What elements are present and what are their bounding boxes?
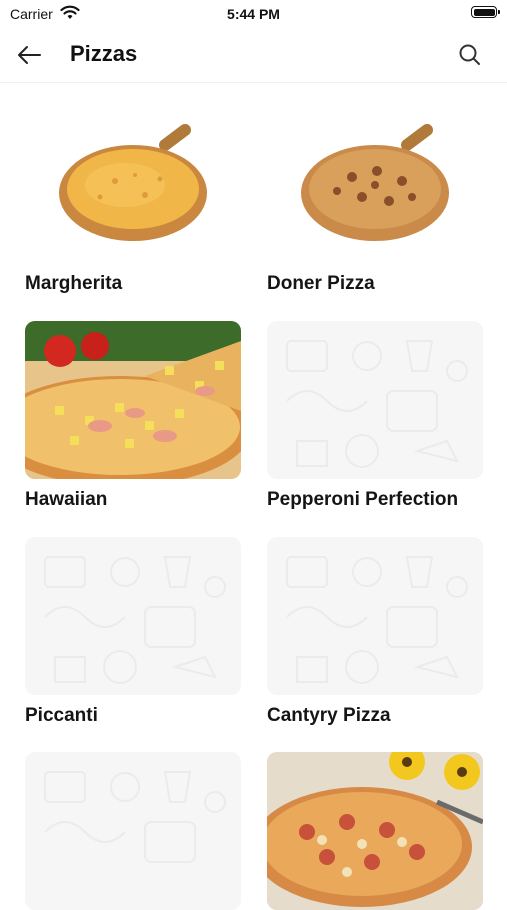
product-image-placeholder	[25, 537, 241, 695]
product-name: Margherita	[25, 273, 123, 294]
product-name: Cantyry Pizza	[267, 705, 391, 726]
product-card[interactable]: Piccanti	[25, 537, 241, 727]
product-name: Hawaiian	[25, 489, 108, 510]
arrow-left-icon	[18, 46, 41, 64]
status-bar: Carrier 5:44 PM	[0, 0, 507, 30]
product-image-placeholder	[267, 537, 483, 695]
back-button[interactable]	[14, 40, 50, 70]
product-name: Piccanti	[25, 705, 98, 726]
product-image-doner-pizza	[267, 105, 483, 263]
product-name: Pepperoni Perfection	[267, 489, 459, 510]
product-card[interactable]	[267, 752, 483, 910]
product-card[interactable]: Doner Pizza	[267, 105, 483, 295]
product-image-margherita	[25, 105, 241, 263]
product-image-chicken-pizza	[267, 752, 483, 910]
status-time: 5:44 PM	[227, 6, 280, 22]
product-image-hawaiian	[25, 321, 241, 479]
product-card[interactable]: Cantyry Pizza	[267, 537, 483, 727]
product-card[interactable]: Margherita	[25, 105, 241, 295]
product-image-placeholder	[267, 321, 483, 479]
product-name: Doner Pizza	[267, 273, 375, 294]
product-card[interactable]: Hawaiian	[25, 321, 241, 511]
product-card[interactable]: Pepperoni Perfection	[267, 321, 483, 511]
page-title: Pizzas	[70, 41, 138, 66]
nav-header: Pizzas	[0, 30, 507, 83]
battery-icon	[471, 6, 500, 18]
product-card[interactable]	[25, 752, 241, 910]
search-icon	[459, 44, 480, 65]
search-button[interactable]	[455, 40, 485, 70]
product-image-placeholder	[25, 752, 241, 910]
